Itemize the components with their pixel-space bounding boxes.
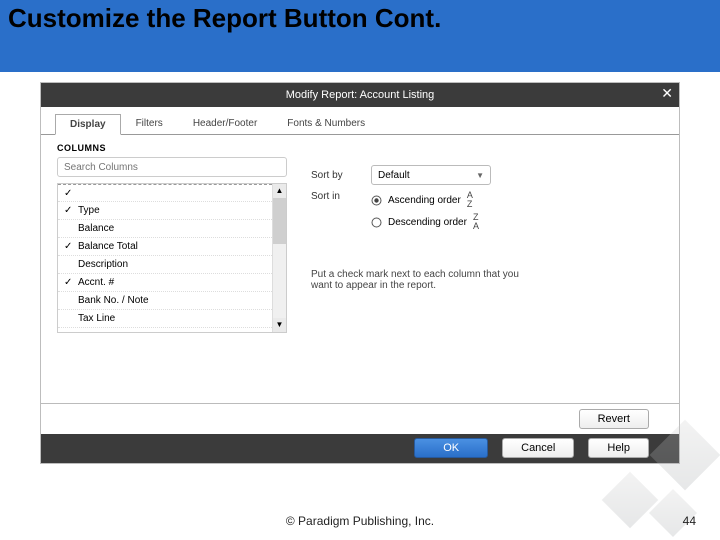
dialog-titlebar: Modify Report: Account Listing ✕ (41, 83, 679, 107)
tab-bar: Display Filters Header/Footer Fonts & Nu… (41, 113, 679, 135)
radio-unselected-icon (371, 217, 382, 228)
scroll-up-icon[interactable]: ▲ (273, 184, 286, 198)
sort-by-label: Sort by (311, 170, 361, 181)
tab-filters[interactable]: Filters (121, 113, 178, 134)
radio-descending[interactable]: Descending order ZA (371, 213, 479, 231)
columns-hint-text: Put a check mark next to each column tha… (311, 269, 531, 291)
list-item[interactable]: ✓Type (58, 202, 272, 220)
dialog-body: COLUMNS ✓ ✓Type Balance ✓Balance Total D… (41, 135, 679, 341)
slide-title: Customize the Report Button Cont. (8, 4, 441, 33)
columns-scrollbar[interactable]: ▲ ▼ (272, 184, 286, 332)
list-item[interactable]: ✓Balance Total (58, 238, 272, 256)
ok-button[interactable]: OK (414, 438, 488, 458)
chevron-down-icon: ▼ (476, 171, 484, 180)
sort-asc-icon: AZ (467, 191, 473, 209)
list-item[interactable]: ✓ (58, 184, 272, 202)
scroll-track[interactable] (273, 198, 286, 318)
list-item[interactable]: Tax Line (58, 310, 272, 328)
tab-fonts-numbers[interactable]: Fonts & Numbers (272, 113, 380, 134)
copyright-text: © Paradigm Publishing, Inc. (0, 514, 720, 528)
modify-report-dialog: Modify Report: Account Listing ✕ Display… (40, 82, 680, 464)
sort-by-select[interactable]: Default ▼ (371, 165, 491, 185)
columns-items: ✓ ✓Type Balance ✓Balance Total Descripti… (58, 184, 272, 332)
sort-desc-icon: ZA (473, 213, 479, 231)
list-item[interactable]: Balance (58, 220, 272, 238)
revert-button[interactable]: Revert (579, 409, 649, 429)
page-number: 44 (683, 514, 696, 528)
list-item[interactable]: Bank No. / Note (58, 292, 272, 310)
columns-panel: COLUMNS ✓ ✓Type Balance ✓Balance Total D… (57, 143, 287, 333)
cancel-button[interactable]: Cancel (502, 438, 574, 458)
list-item[interactable]: Description (58, 256, 272, 274)
radio-ascending[interactable]: Ascending order AZ (371, 191, 479, 209)
tab-header-footer[interactable]: Header/Footer (178, 113, 272, 134)
scroll-down-icon[interactable]: ▼ (273, 318, 286, 332)
slide-root: Customize the Report Button Cont. Modify… (0, 0, 720, 540)
columns-label: COLUMNS (57, 143, 287, 153)
tab-display[interactable]: Display (55, 114, 121, 135)
sort-panel: Sort by Default ▼ Sort in Ascending orde… (311, 143, 663, 333)
help-button[interactable]: Help (588, 438, 649, 458)
radio-selected-icon (371, 195, 382, 206)
dialog-footer: Revert OK Cancel Help (41, 403, 679, 463)
close-icon[interactable]: ✕ (661, 86, 673, 100)
search-columns-input[interactable] (57, 157, 287, 177)
scroll-thumb[interactable] (273, 198, 286, 244)
dialog-title: Modify Report: Account Listing (286, 89, 435, 101)
list-item[interactable]: ✓Accnt. # (58, 274, 272, 292)
columns-listbox: ✓ ✓Type Balance ✓Balance Total Descripti… (57, 183, 287, 333)
sort-in-label: Sort in (311, 191, 361, 202)
